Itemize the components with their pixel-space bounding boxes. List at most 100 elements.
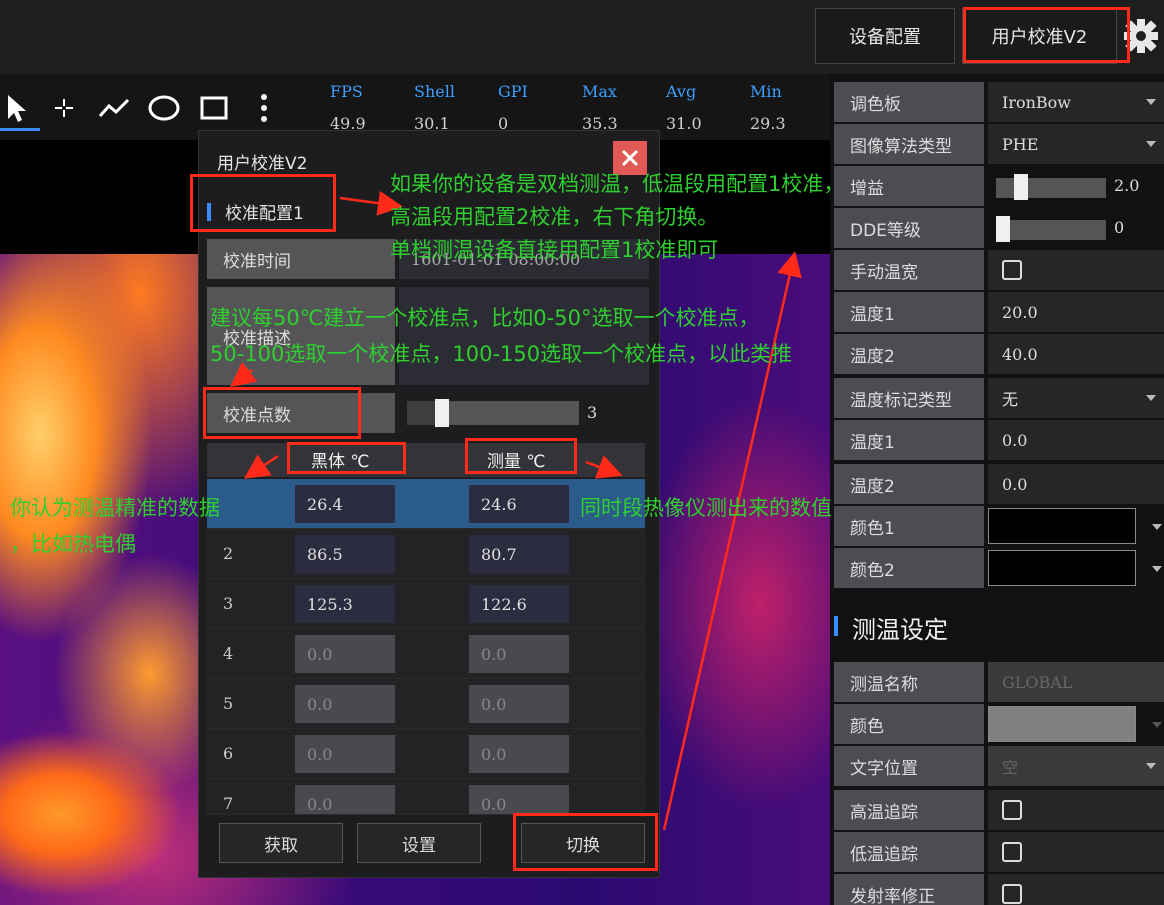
blackbody-input[interactable]: 86.5 [295,535,395,573]
high-track-label: 高温追踪 [834,790,984,830]
manual-width-checkbox[interactable] [1002,260,1022,280]
blackbody-input[interactable]: 0.0 [295,685,395,723]
color1-swatch[interactable] [988,508,1136,544]
stat-label: Shell [414,82,455,101]
row-number: 7 [223,794,234,813]
note-suggest-line2: 50-100选取一个校准点，100-150选取一个校准点，以此类推 [210,342,793,366]
table-row[interactable]: 5 0.0 0.0 [207,679,645,729]
dde-value: 0 [1114,218,1125,237]
note-dual-line2: 高温段用配置2校准，右下角切换。 [390,205,719,229]
measured-input[interactable]: 0.0 [469,685,569,723]
table-row[interactable]: 6 0.0 0.0 [207,729,645,779]
get-button[interactable]: 获取 [219,823,343,863]
switch-button[interactable]: 切换 [521,823,645,863]
active-tool-indicator [0,128,40,131]
blackbody-input[interactable]: 0.0 [295,785,395,814]
temp1-label: 温度1 [834,292,984,332]
more-icon[interactable] [254,90,274,126]
palette-select[interactable]: IronBow [988,82,1164,122]
row-number: 4 [223,644,234,663]
blackbody-input[interactable]: 26.4 [295,485,395,523]
gain-slider[interactable] [996,178,1106,198]
calib-table-header: 黑体 ℃ 测量 ℃ [207,443,645,477]
ellipse-tool-icon[interactable] [146,90,182,126]
temp1b-input[interactable]: 0.0 [988,420,1164,460]
color1-label: 颜色1 [834,506,984,546]
temp2b-input[interactable]: 0.0 [988,464,1164,504]
top-bar: 设备配置 用户校准V2 [0,0,1164,74]
device-config-button[interactable]: 设备配置 [815,8,955,64]
algo-label: 图像算法类型 [834,124,984,164]
note-dual-line1: 如果你的设备是双档测温，低温段用配置1校准， [390,172,845,196]
stat-label: Max [582,82,617,101]
measured-input[interactable]: 0.0 [469,735,569,773]
dde-slider-thumb[interactable] [996,216,1010,242]
table-row[interactable]: 7 0.0 0.0 [207,779,645,815]
marker-type-select[interactable]: 无 [988,378,1164,418]
col-blackbody: 黑体 ℃ [311,452,370,472]
blackbody-input[interactable]: 125.3 [295,585,395,623]
temp2-input[interactable]: 40.0 [988,334,1164,374]
text-position-select[interactable]: 空 [988,746,1164,786]
temp2b-label: 温度2 [834,464,984,504]
temp1-input[interactable]: 20.0 [988,292,1164,332]
table-row[interactable]: 2 86.5 80.7 [207,529,645,579]
note-right: 同时段热像仪测出来的数值 [580,496,832,520]
dialog-title: 用户校准V2 [217,154,308,174]
dde-slider[interactable] [996,220,1106,240]
crosshair-icon[interactable] [52,90,76,126]
calib-time-label: 校准时间 [207,239,395,279]
rect-tool-icon[interactable] [198,90,230,126]
set-button[interactable]: 设置 [357,823,481,863]
measure-name-label: 测温名称 [834,662,984,702]
table-row[interactable]: 3 125.3 122.6 [207,579,645,629]
stat-label: Avg [666,82,697,101]
algo-select[interactable]: PHE [988,124,1164,164]
measured-input[interactable]: 122.6 [469,585,569,623]
line-tool-icon[interactable] [96,90,132,126]
row-number: 6 [223,744,234,763]
measure-name-input[interactable]: GLOBAL [988,662,1164,702]
measured-input[interactable]: 24.6 [469,485,569,523]
marker-type-value: 无 [1002,390,1019,409]
color2-label: 颜色2 [834,548,984,588]
gear-icon[interactable] [1121,14,1161,58]
high-track-checkbox[interactable] [1002,800,1022,820]
measured-input[interactable]: 0.0 [469,785,569,814]
chevron-down-icon[interactable] [1152,524,1162,530]
text-position-value: 空 [1002,758,1019,777]
color2-swatch[interactable] [988,550,1136,586]
calib-points-value: 3 [587,403,598,422]
table-row[interactable]: 4 0.0 0.0 [207,629,645,679]
chevron-down-icon [1146,395,1156,401]
section-marker [834,616,838,636]
calib-points-label: 校准点数 [207,393,395,433]
col-measured: 测量 ℃ [487,452,546,472]
user-calib-button[interactable]: 用户校准V2 [962,8,1117,64]
section-title: 测温设定 [852,616,948,644]
gain-slider-thumb[interactable] [1014,174,1028,200]
measured-input[interactable]: 80.7 [469,535,569,573]
color-label: 颜色 [834,704,984,744]
chevron-down-icon [1146,763,1156,769]
stat-label: GPI [498,82,528,101]
palette-value: IronBow [1002,92,1071,112]
pointer-icon[interactable] [4,90,30,126]
manual-width-label: 手动温宽 [834,250,984,290]
measured-input[interactable]: 0.0 [469,635,569,673]
low-track-label: 低温追踪 [834,832,984,872]
blackbody-input[interactable]: 0.0 [295,635,395,673]
marker-type-label: 温度标记类型 [834,378,984,418]
calib-desc-input[interactable] [399,287,649,385]
emissivity-checkbox[interactable] [1002,884,1022,904]
blackbody-input[interactable]: 0.0 [295,735,395,773]
note-dual-line3: 单档测温设备直接用配置1校准即可 [390,238,719,262]
chevron-down-icon[interactable] [1152,566,1162,572]
chevron-down-icon [1146,141,1156,147]
dde-label: DDE等级 [834,208,984,248]
calib-points-slider-thumb[interactable] [435,399,449,427]
color-swatch[interactable] [988,706,1136,742]
note-suggest-line1: 建议每50℃建立一个校准点，比如0-50°选取一个校准点， [210,306,760,330]
calib-config-label[interactable]: 校准配置1 [207,199,304,224]
low-track-checkbox[interactable] [1002,842,1022,862]
